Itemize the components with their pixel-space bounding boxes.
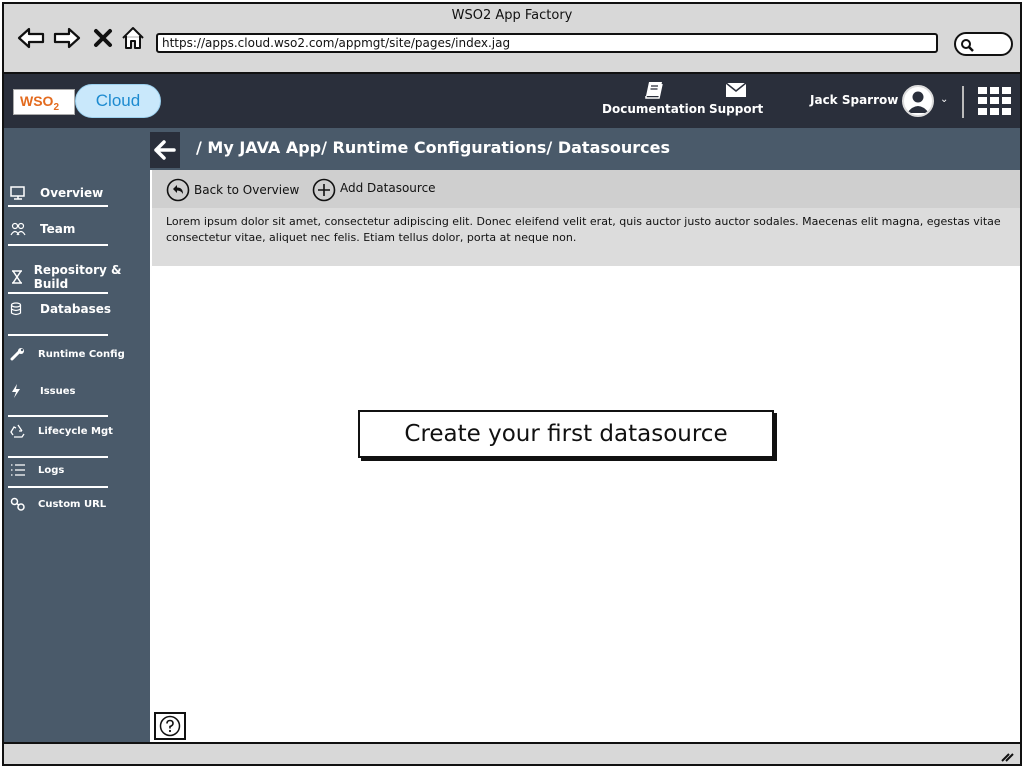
sidebar-item-runtime-config[interactable]: Runtime Config	[8, 347, 148, 361]
app-header: WSO2 Cloud Documentation Support Jack Sp…	[4, 74, 1020, 128]
close-icon[interactable]	[88, 24, 118, 52]
sidebar-item-label: Issues	[40, 385, 76, 397]
breadcrumb: / My JAVA App/ Runtime Configurations/ D…	[196, 138, 671, 157]
resize-grip-icon[interactable]	[1000, 750, 1014, 762]
sub-header: / My JAVA App/ Runtime Configurations/ D…	[4, 128, 1020, 170]
undo-icon	[166, 178, 190, 202]
team-icon	[8, 222, 34, 236]
sidebar-item-label: Overview	[40, 186, 104, 200]
link-icon	[8, 497, 34, 511]
sidebar: Overview Team Repository & Build Databas…	[4, 170, 150, 742]
sidebar-divider	[8, 244, 108, 246]
add-datasource-button[interactable]: Add Datasource	[312, 178, 436, 202]
envelope-icon	[725, 82, 747, 97]
support-label: Support	[709, 102, 764, 116]
sidebar-item-team[interactable]: Team	[8, 222, 148, 236]
wso2-cloud-logo[interactable]: WSO2 Cloud	[13, 84, 161, 118]
sidebar-item-label: Team	[40, 222, 76, 236]
monitor-icon	[8, 186, 34, 200]
window-title: WSO2 App Factory	[451, 8, 573, 23]
wso2-logo: WSO2	[13, 89, 75, 115]
sidebar-item-label: Repository & Build	[33, 263, 122, 291]
chevron-down-icon[interactable]: ⌄	[940, 94, 948, 105]
status-bar	[4, 742, 1020, 764]
recycle-icon	[8, 423, 34, 439]
help-button[interactable]	[154, 712, 186, 740]
hourglass-icon	[8, 270, 32, 284]
sidebar-divider	[8, 456, 108, 458]
sidebar-divider	[8, 292, 108, 294]
sidebar-item-databases[interactable]: Databases	[8, 302, 148, 316]
main-toolbar: Back to Overview Add Datasource	[152, 170, 1020, 208]
sidebar-item-issues[interactable]: Issues	[8, 383, 148, 399]
sidebar-item-label: Databases	[40, 302, 112, 316]
avatar[interactable]	[902, 85, 934, 117]
documentation-label: Documentation	[602, 102, 706, 116]
sidebar-item-label: Custom URL	[38, 498, 107, 510]
question-icon	[159, 715, 181, 737]
browser-chrome: WSO2 App Factory	[4, 4, 1020, 74]
search-icon	[961, 39, 974, 52]
wrench-icon	[8, 347, 34, 361]
app-launcher-grid-icon[interactable]	[978, 87, 1011, 115]
back-to-overview-button[interactable]: Back to Overview	[166, 178, 299, 202]
sidebar-item-overview[interactable]: Overview	[8, 186, 148, 200]
cloud-logo: Cloud	[75, 84, 161, 118]
back-arrow-button[interactable]	[150, 132, 180, 168]
arrow-right-icon[interactable]	[52, 24, 82, 52]
book-icon	[645, 82, 663, 99]
user-name[interactable]: Jack Sparrow	[810, 93, 898, 107]
sidebar-item-logs[interactable]: Logs	[8, 463, 148, 477]
sidebar-divider	[8, 205, 108, 207]
list-icon	[8, 463, 34, 477]
sidebar-item-label: Runtime Config	[38, 348, 125, 360]
sidebar-item-custom-url[interactable]: Custom URL	[8, 497, 148, 511]
sidebar-divider	[8, 486, 108, 488]
add-datasource-label: Add Datasource	[340, 181, 436, 195]
sidebar-item-label: Logs	[38, 464, 65, 476]
plus-circle-icon	[312, 178, 336, 202]
documentation-link[interactable]: Documentation	[602, 80, 706, 116]
arrow-left-icon	[154, 140, 176, 160]
browser-search[interactable]	[954, 32, 1013, 56]
sidebar-item-lifecycle-mgt[interactable]: Lifecycle Mgt	[8, 423, 148, 439]
header-divider	[962, 86, 964, 118]
main-content	[152, 266, 1020, 740]
url-input[interactable]	[156, 33, 938, 53]
arrow-left-icon[interactable]	[16, 24, 46, 52]
sidebar-divider	[8, 334, 108, 336]
description-text: Lorem ipsum dolor sit amet, consectetur …	[152, 208, 1020, 266]
support-link[interactable]: Support	[709, 80, 763, 116]
user-icon	[907, 91, 929, 113]
sidebar-item-label: Lifecycle Mgt	[38, 425, 113, 437]
create-first-datasource-button[interactable]: Create your first datasource	[358, 410, 774, 458]
home-icon[interactable]	[118, 24, 148, 52]
bolt-icon	[8, 383, 34, 399]
sidebar-item-repository-build[interactable]: Repository & Build	[8, 263, 148, 291]
sidebar-divider	[8, 415, 108, 417]
back-to-overview-label: Back to Overview	[194, 183, 300, 197]
browser-window: WSO2 App Factory WSO2 Cloud Doc	[2, 2, 1022, 766]
database-icon	[8, 302, 34, 316]
